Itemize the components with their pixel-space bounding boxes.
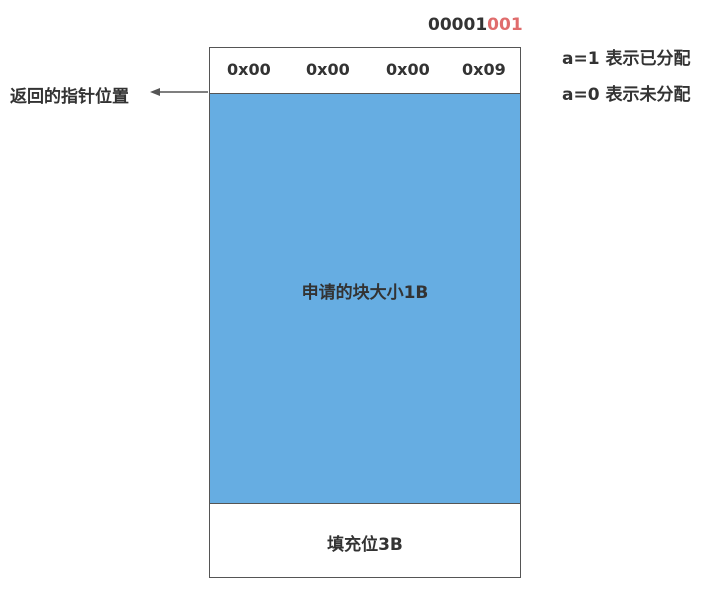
header-byte: 0x00: [306, 60, 350, 79]
heap-block: 0x00 0x00 0x00 0x09 申请的块大小1B 填充位3B: [209, 47, 521, 578]
padding-label: 填充位3B: [327, 535, 403, 555]
returned-pointer-label: 返回的指针位置: [10, 87, 129, 107]
block-header: 0x00 0x00 0x00 0x09: [210, 48, 520, 93]
binary-alloc-bits: 001: [487, 15, 523, 35]
legend-free: a=0 表示未分配: [562, 85, 691, 105]
legend-allocated: a=1 表示已分配: [562, 49, 691, 69]
pointer-arrow-icon: [150, 88, 208, 96]
pointer-arrow-head: [150, 88, 160, 96]
payload-region: 申请的块大小1B: [210, 93, 520, 504]
header-byte: 0x00: [227, 60, 271, 79]
header-binary-value: 00001001: [428, 15, 523, 35]
padding-region: 填充位3B: [210, 504, 520, 576]
header-byte: 0x00: [386, 60, 430, 79]
payload-label: 申请的块大小1B: [301, 283, 429, 303]
binary-prefix: 00001: [428, 15, 488, 35]
header-byte: 0x09: [462, 60, 506, 79]
